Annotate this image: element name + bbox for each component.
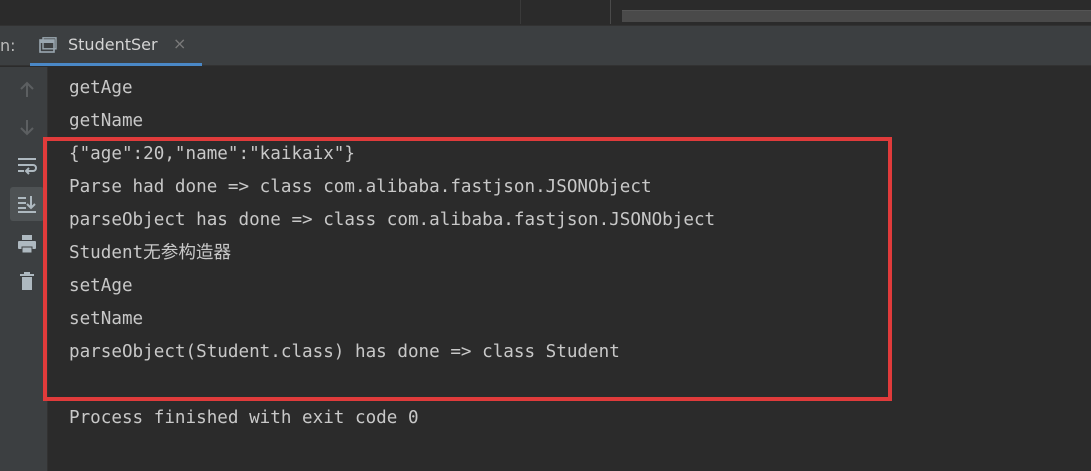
horizontal-scrollbar[interactable] xyxy=(622,10,1091,22)
editor-top-strip xyxy=(0,0,1091,26)
console-line: getAge xyxy=(69,78,133,98)
highlight-annotation xyxy=(43,137,892,401)
console-icon xyxy=(39,37,57,53)
tab-studentser[interactable]: StudentSer × xyxy=(30,26,202,66)
trash-icon[interactable] xyxy=(10,264,44,298)
run-tool-window-header: n: StudentSer × xyxy=(0,26,1091,66)
console-line: Process finished with exit code 0 xyxy=(69,408,419,428)
divider xyxy=(610,0,611,24)
print-icon[interactable] xyxy=(10,227,44,261)
soft-wrap-icon[interactable] xyxy=(10,149,44,183)
divider xyxy=(520,0,521,24)
scroll-to-end-icon[interactable] xyxy=(10,187,44,221)
tab-label: StudentSer xyxy=(68,35,158,54)
down-arrow-icon[interactable] xyxy=(10,110,44,144)
close-icon[interactable]: × xyxy=(173,35,186,53)
tab-active-indicator xyxy=(30,63,202,66)
up-arrow-icon[interactable] xyxy=(10,73,44,107)
run-label: n: xyxy=(0,36,16,55)
console-line: getName xyxy=(69,111,144,131)
console-toolbar xyxy=(0,67,48,471)
